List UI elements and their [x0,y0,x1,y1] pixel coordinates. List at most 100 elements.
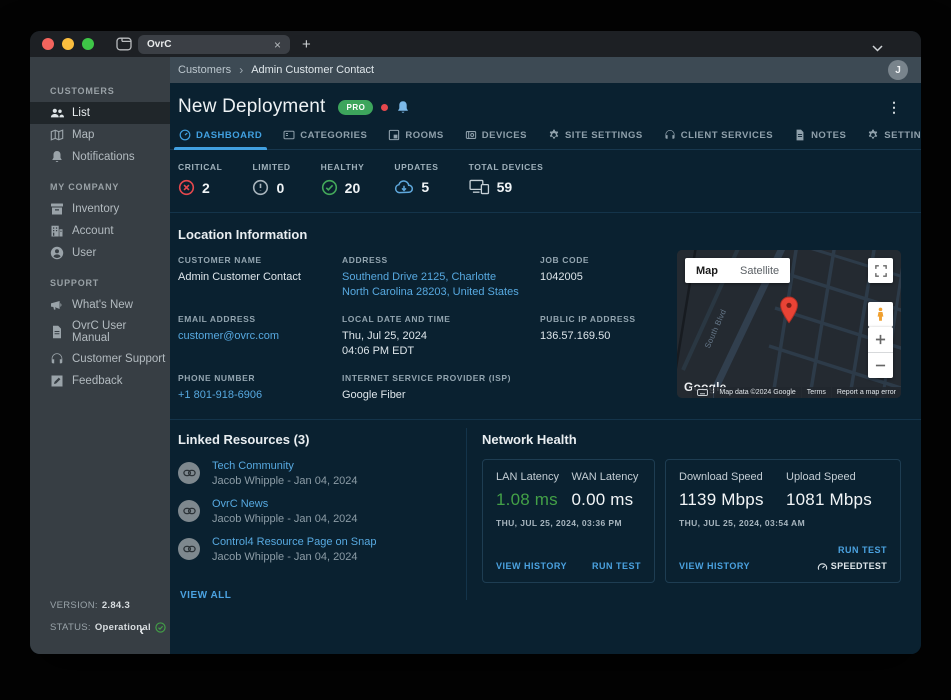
document-icon [50,325,64,339]
sidebar-item-user[interactable]: User [30,242,170,264]
summary-label: UPDATES [394,162,438,172]
map-fullscreen-button[interactable] [868,258,893,283]
cloud-download-icon [394,179,414,195]
map-terms-link[interactable]: Terms [802,387,831,398]
critical-icon [178,179,195,196]
datetime-time: 04:06 PM EDT [342,344,540,359]
sidebar-section-title: MY COMPANY [30,177,170,198]
link-icon [178,500,200,522]
dashboard-content: New Deployment PRO ⋮ DASHBOARD [170,83,921,654]
inventory-box-icon [50,202,64,216]
sidebar-item-label: Notifications [72,151,135,163]
page-header: New Deployment PRO ⋮ [170,83,921,121]
user-avatar[interactable]: J [888,60,908,80]
view-all-button[interactable]: VIEW ALL [180,590,231,601]
sidebar-item-list[interactable]: List [30,102,170,124]
megaphone-icon [50,298,64,312]
sidebar-item-map[interactable]: Map [30,124,170,146]
device-summary: CRITICAL 2 LIMITED 0 [170,150,921,212]
sidebar-item-account[interactable]: Account [30,220,170,242]
location-title: Location Information [178,227,677,242]
map-report-error-link[interactable]: Report a map error [832,387,901,398]
run-test-button[interactable]: RUN TEST [592,561,641,571]
sidebar-section-title: CUSTOMERS [30,81,170,102]
view-history-button[interactable]: VIEW HISTORY [496,561,567,571]
view-history-button[interactable]: VIEW HISTORY [679,561,750,571]
summary-limited: LIMITED 0 [252,162,290,196]
field-label: PUBLIC IP ADDRESS [540,314,667,324]
pegman-icon [876,307,885,322]
address-line-1: Southend Drive 2125, Charlotte [342,270,540,285]
close-window-button[interactable] [42,38,54,50]
resource-link[interactable]: Control4 Resource Page on Snap [212,536,377,548]
email-link[interactable]: customer@ovrc.com [178,329,342,344]
breadcrumb-current-page: Admin Customer Contact [251,64,374,76]
tab-close-icon[interactable]: × [274,39,281,51]
sidebar-item-customer-support[interactable]: Customer Support [30,348,170,370]
browser-tab[interactable]: OvrC × [138,35,290,54]
keyboard-shortcuts-icon[interactable] [692,387,713,398]
kebab-menu-icon[interactable]: ⋮ [887,99,901,116]
tab-client-services[interactable]: CLIENT SERVICES [663,125,774,149]
network-health-section: Network Health LAN Latency WAN Latency 1… [467,420,921,654]
resource-meta: Jacob Whipple - Jan 04, 2024 [212,551,377,563]
map-view-button[interactable]: Map [685,258,729,283]
tab-bar: DASHBOARD CATEGORIES ROOMS DEVICES [170,121,921,150]
minimize-window-button[interactable] [62,38,74,50]
sidebar-section-my-company: MY COMPANY Inventory Account User [30,177,170,264]
notification-bell-icon[interactable] [396,100,410,115]
version-value: 2.84.3 [102,600,130,611]
tab-site-settings[interactable]: SITE SETTINGS [547,125,644,149]
link-icon [178,462,200,484]
download-speed-value: 1139 Mbps [679,490,780,510]
summary-label: HEALTHY [321,162,365,172]
field-label: CUSTOMER NAME [178,255,342,265]
breadcrumb-customers-link[interactable]: Customers [178,64,231,76]
headset-icon [664,129,676,141]
sidebar-item-feedback[interactable]: Feedback [30,370,170,392]
field-address: ADDRESS Southend Drive 2125, Charlotte N… [342,255,540,300]
tab-label: SETTINGS [884,130,921,141]
sidebar-item-whats-new[interactable]: What's New [30,294,170,316]
upload-speed-value: 1081 Mbps [786,490,887,510]
tab-categories[interactable]: CATEGORIES [282,125,368,149]
resource-link[interactable]: OvrC News [212,498,358,510]
tab-label: ROOMS [405,130,443,141]
linked-resources-section: Linked Resources (3) Tech Community Jaco… [170,420,466,654]
tab-rooms[interactable]: ROOMS [387,125,444,149]
map-zoom-control [868,327,893,378]
zoom-out-button[interactable] [868,352,893,378]
resource-meta: Jacob Whipple - Jan 04, 2024 [212,475,358,487]
browser-sidebar-toggle-icon[interactable] [116,37,132,51]
satellite-view-button[interactable]: Satellite [729,258,790,283]
new-tab-button[interactable]: + [302,35,311,54]
run-test-button[interactable]: RUN TEST [838,545,887,555]
download-speed-label: Download Speed [679,471,780,483]
wan-latency-label: WAN Latency [572,471,642,483]
tab-dashboard[interactable]: DASHBOARD [178,125,263,149]
pegman-button[interactable] [868,302,893,327]
tab-devices[interactable]: DEVICES [464,125,528,149]
sidebar-item-user-manual[interactable]: OvrC User Manual [30,316,170,348]
sidebar-item-label: Feedback [72,375,123,387]
tab-notes[interactable]: NOTES [793,125,847,149]
resource-link[interactable]: Tech Community [212,460,358,472]
zoom-in-button[interactable] [868,327,893,352]
categories-icon [283,129,295,141]
chevron-down-icon[interactable] [872,39,883,57]
field-value: Google Fiber [342,388,540,403]
zoom-window-button[interactable] [82,38,94,50]
healthy-icon [321,179,338,196]
resource-item: OvrC News Jacob Whipple - Jan 04, 2024 [178,498,466,525]
address-link[interactable]: Southend Drive 2125, Charlotte North Car… [342,270,540,300]
sidebar-item-notifications[interactable]: Notifications [30,146,170,168]
sidebar-item-inventory[interactable]: Inventory [30,198,170,220]
field-value: Admin Customer Contact [178,270,342,285]
tab-settings[interactable]: SETTINGS [866,125,921,149]
sidebar-collapse-chevron[interactable]: ‹ [139,622,144,638]
phone-link[interactable]: +1 801-918-6906 [178,388,342,403]
summary-total-devices: TOTAL DEVICES 59 [469,162,544,196]
google-map[interactable]: South Blvd Map Satellite [677,250,901,398]
summary-updates: UPDATES 5 [394,162,438,196]
summary-critical: CRITICAL 2 [178,162,222,196]
